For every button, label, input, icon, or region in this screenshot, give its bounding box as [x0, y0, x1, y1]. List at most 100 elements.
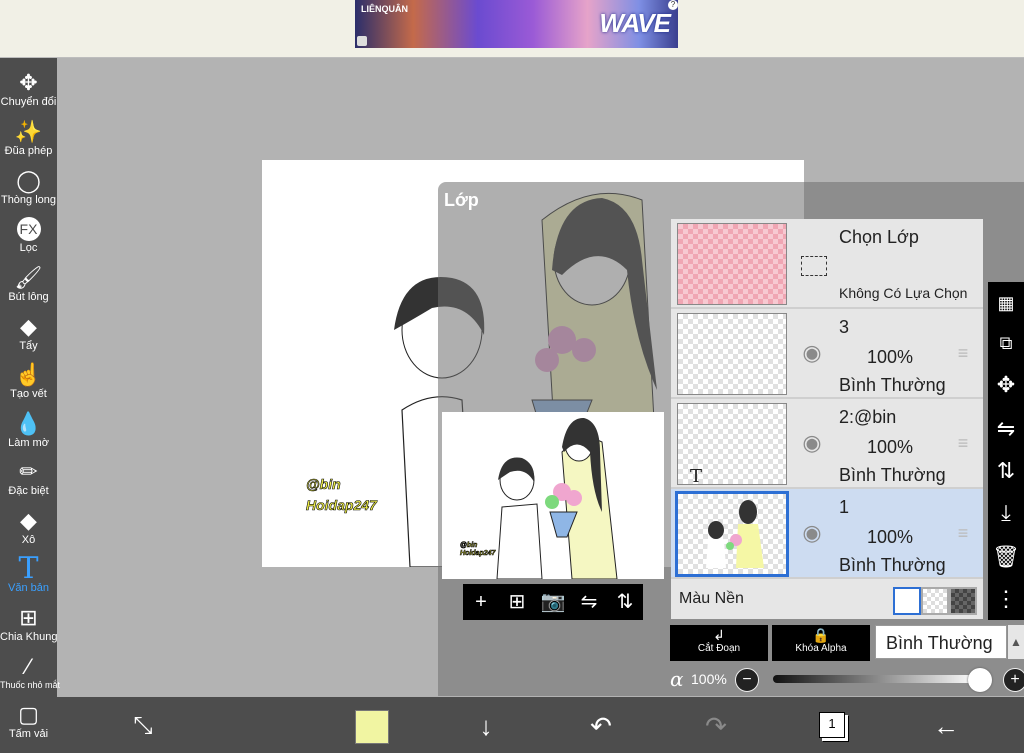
opacity-slider[interactable]: [773, 675, 978, 683]
tool-special[interactable]: ✏ Đặc biệt: [0, 457, 57, 497]
canvas-watermark-name: @bin: [306, 476, 341, 493]
opacity-value: 100%: [691, 671, 727, 687]
current-color-swatch[interactable]: [355, 710, 389, 744]
preview-watermark-site: Hoidap247: [460, 550, 496, 558]
add-photo-layer-icon[interactable]: ⊞: [499, 584, 535, 620]
alpha-lock-button[interactable]: 🔒 Khóa Alpha: [772, 625, 870, 661]
smudge-icon: ☝: [14, 362, 43, 387]
camera-icon[interactable]: 📷: [535, 584, 571, 620]
ad-brand-text: LIÊNQUÂN: [361, 4, 408, 14]
back-arrow-icon[interactable]: ←: [928, 708, 964, 744]
eraser-icon: ◆: [20, 314, 37, 339]
lock-icon: 🔒: [812, 627, 830, 643]
flip-layer-horizontal-icon[interactable]: ⇋: [988, 410, 1024, 448]
drag-handle-icon[interactable]: ≡: [953, 434, 973, 452]
layer-opacity: 100%: [867, 527, 914, 547]
ad-wordmark: WAVE: [599, 8, 671, 38]
flip-vertical-icon[interactable]: ⇅: [607, 584, 643, 620]
text-layer-icon: T: [690, 466, 703, 487]
tool-brush[interactable]: 🖌 Bút lông: [0, 263, 57, 303]
tool-frame-divider[interactable]: ⊞ Chia Khung: [0, 603, 58, 643]
selection-layer-row[interactable]: Chọn Lớp Không Có Lựa Chọn: [671, 219, 983, 309]
selection-layer-title: Chọn Lớp: [839, 227, 919, 247]
opacity-slider-knob[interactable]: [968, 668, 992, 692]
lasso-icon: ◯: [16, 168, 41, 193]
drag-handle-icon[interactable]: ≡: [953, 344, 973, 362]
selection-thumbnail: [677, 223, 787, 305]
tool-transform[interactable]: ✥ Chuyển đổi: [0, 68, 57, 108]
tool-label: Bút lông: [8, 291, 49, 303]
magic-wand-icon: ✨: [14, 119, 43, 144]
background-dark-swatch[interactable]: [949, 587, 977, 615]
flip-layer-vertical-icon[interactable]: ⇅: [988, 452, 1024, 490]
opacity-increase-button[interactable]: +: [1003, 668, 1024, 692]
layer-name: 2:@bin: [839, 407, 897, 427]
clipping-button[interactable]: ↲ Cắt Đoạn: [670, 625, 768, 661]
ad-choice-icon[interactable]: [357, 36, 367, 46]
merge-copy-icon[interactable]: ⧉: [988, 324, 1024, 362]
alpha-lock-label: Khóa Alpha: [795, 643, 847, 654]
clipping-label: Cắt Đoạn: [697, 643, 741, 654]
layer-blend-mode: Bình Thường: [839, 555, 946, 575]
merge-down-icon[interactable]: ⤓: [988, 494, 1024, 532]
add-layer-icon[interactable]: +: [463, 584, 499, 620]
tool-label: Tạo vết: [10, 388, 47, 400]
transparency-icon[interactable]: ▦: [988, 284, 1024, 322]
text-icon: T: [18, 551, 39, 586]
eye-icon[interactable]: ◉: [799, 431, 825, 455]
tool-eraser[interactable]: ◆ Tẩy: [0, 312, 57, 352]
tool-eyedropper[interactable]: ⁄ Thuốc nhỏ mắt: [0, 652, 60, 690]
frame-divider-icon: ⊞: [19, 605, 38, 630]
canvas-icon: ▢: [18, 702, 39, 727]
clip-arrow-icon: ↲: [713, 627, 725, 643]
tool-text[interactable]: T Văn bản: [0, 551, 57, 595]
tool-label: Thòng long: [0, 194, 57, 206]
redo-icon[interactable]: ↷: [698, 708, 734, 744]
layer-opacity: 100%: [867, 347, 914, 367]
tool-label: Tấm vải: [8, 728, 49, 740]
tool-blur[interactable]: 💧 Làm mờ: [0, 409, 57, 449]
selection-status: Không Có Lựa Chọn: [839, 285, 968, 301]
tool-magic-wand[interactable]: ✨ Đũa phép: [0, 117, 57, 157]
special-brush-icon: ✏: [19, 459, 38, 484]
layer-thumbnail-artwork: [706, 500, 764, 568]
background-transparent-swatch[interactable]: [921, 587, 949, 615]
layer-preview: @bin Hoidap247: [442, 412, 664, 580]
layer-row-selected[interactable]: ◉ 1 100% Bình Thường ≡: [671, 489, 983, 579]
tool-canvas[interactable]: ▢ Tấm vải: [0, 700, 57, 740]
move-layer-icon[interactable]: ✥: [988, 366, 1024, 404]
tool-label: Đũa phép: [4, 145, 53, 157]
eye-icon[interactable]: ◉: [799, 341, 825, 365]
more-options-icon[interactable]: ⋮: [988, 580, 1024, 618]
undo-icon[interactable]: ↶: [583, 708, 619, 744]
canvas-watermark-site: Hoidap247: [306, 497, 377, 514]
layer-row[interactable]: ◉ 3 100% Bình Thường ≡: [671, 309, 983, 399]
move-icon: ✥: [19, 70, 38, 95]
layer-list: Chọn Lớp Không Có Lựa Chọn ◉ 3 100% Bình…: [671, 219, 983, 619]
tool-bucket[interactable]: ◆ Xô: [0, 506, 57, 546]
layer-panel-title: Lớp: [444, 190, 479, 210]
layer-row[interactable]: T ◉ 2:@bin 100% Bình Thường ≡: [671, 399, 983, 489]
tool-lasso[interactable]: ◯ Thòng long: [0, 166, 57, 206]
eye-icon[interactable]: ◉: [799, 521, 825, 545]
blend-mode-arrow-icon[interactable]: ▲: [1008, 625, 1024, 659]
layer-blend-mode: Bình Thường: [839, 465, 946, 485]
ad-banner[interactable]: LIÊNQUÂN WAVE ?: [355, 0, 678, 48]
tool-filter[interactable]: FX Lọc: [0, 214, 57, 254]
opacity-decrease-button[interactable]: −: [735, 668, 759, 692]
layers-button[interactable]: 1: [819, 712, 845, 738]
tool-label: Tẩy: [19, 340, 38, 352]
flip-horizontal-icon[interactable]: ⇋: [571, 584, 607, 620]
ad-info-icon[interactable]: ?: [668, 0, 678, 10]
drag-handle-icon[interactable]: ≡: [953, 524, 973, 542]
layer-thumbnail: [677, 313, 787, 395]
preview-action-bar: + ⊞ 📷 ⇋ ⇅: [463, 584, 643, 620]
tool-label: Làm mờ: [8, 437, 49, 449]
tool-label: Lọc: [19, 242, 38, 254]
download-arrow-icon[interactable]: ↓: [468, 708, 504, 744]
quick-tools-icon[interactable]: ⤡: [125, 708, 161, 744]
blend-mode-select[interactable]: Bình Thường: [875, 625, 1007, 659]
tool-smudge[interactable]: ☝ Tạo vết: [0, 360, 57, 400]
trash-icon[interactable]: 🗑: [988, 538, 1024, 576]
background-white-swatch[interactable]: [893, 587, 921, 615]
